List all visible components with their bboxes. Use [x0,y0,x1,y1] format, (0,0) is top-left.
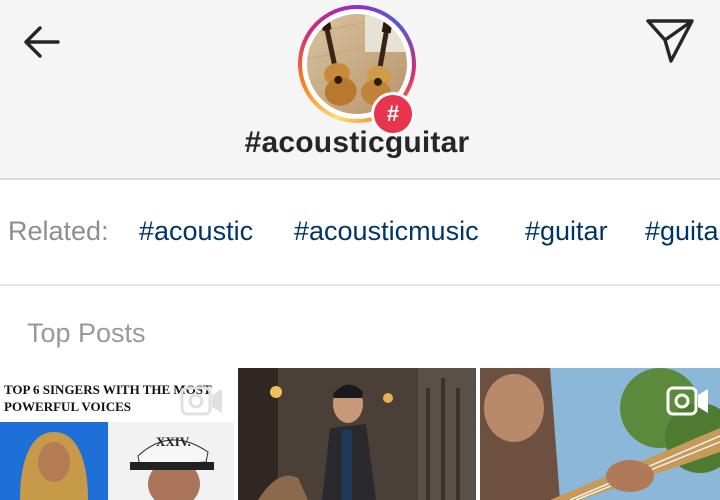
cap-text: XXIV. [156,434,191,449]
post-tile-3[interactable] [480,368,720,500]
back-arrow-icon [24,26,60,58]
direct-share-button[interactable] [644,16,696,64]
related-tag-guitar[interactable]: #guitar [525,216,608,247]
post-photo-2 [238,368,476,500]
singer-photo-right: XXIV. [108,422,234,500]
post-tile-1[interactable]: TOP 6 SINGERS WITH THE MOST POWERFUL VOI… [0,368,234,500]
singer-portrait [20,432,88,500]
page-title: #acousticguitar [244,126,470,159]
singer-photo-left [0,422,108,500]
related-tag-acoustic[interactable]: #acoustic [139,216,253,247]
related-hashtags-bar: Related: #acoustic #acousticmusic #guita… [0,180,720,286]
related-tag-acousticmusic[interactable]: #acousticmusic [294,216,479,247]
video-icon [180,385,224,417]
video-icon [666,385,710,417]
top-posts-title: Top Posts [27,318,146,348]
related-tag-guitar-2[interactable]: #guitar [645,216,720,247]
hashtag-header: # #acousticguitar [0,0,720,180]
post-tile-2[interactable] [238,368,476,500]
related-label: Related: [8,216,109,246]
direct-send-icon [646,19,694,63]
back-button[interactable] [22,24,62,60]
